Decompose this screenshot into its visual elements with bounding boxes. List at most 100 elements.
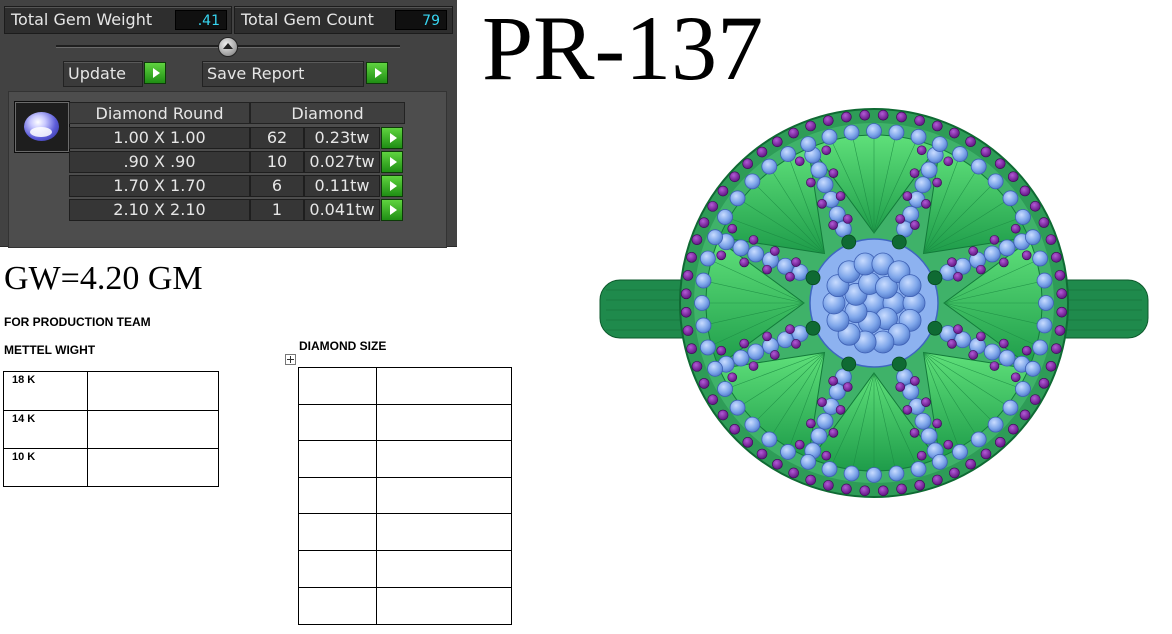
table-cell[interactable] — [298, 587, 377, 625]
blue-stone — [1015, 381, 1031, 397]
blue-stone — [717, 381, 733, 397]
table-cell[interactable] — [87, 410, 219, 449]
blue-stone — [821, 128, 838, 145]
blue-stone — [1002, 190, 1019, 207]
table-cell[interactable] — [298, 550, 377, 588]
purple-prong — [828, 220, 838, 230]
update-button[interactable]: Update — [63, 61, 143, 87]
blue-stone — [761, 158, 778, 175]
purple-prong — [1045, 234, 1057, 245]
blue-stone — [888, 124, 905, 141]
table-cell[interactable] — [376, 404, 512, 441]
purple-prong — [791, 257, 801, 267]
table-cell[interactable] — [376, 440, 512, 478]
purple-prong — [949, 467, 960, 479]
table-cell[interactable] — [376, 513, 512, 551]
purple-prong — [686, 343, 697, 355]
row-play-icon[interactable] — [381, 175, 403, 197]
purple-prong — [877, 109, 889, 121]
purple-prong — [717, 409, 729, 421]
table-cell[interactable] — [298, 440, 377, 478]
purple-prong — [902, 191, 913, 201]
purple-prong — [1008, 423, 1019, 435]
blue-stone — [952, 444, 968, 460]
junction-bead — [805, 270, 821, 286]
purple-prong — [896, 483, 907, 495]
save-report-button[interactable]: Save Report — [202, 61, 364, 87]
purple-prong — [953, 324, 963, 335]
blue-stone — [902, 383, 920, 401]
table-move-handle-icon[interactable] — [285, 354, 296, 365]
blue-stone — [970, 431, 987, 448]
table-cell[interactable] — [376, 367, 512, 405]
purple-prong — [828, 428, 839, 438]
model-code: PR-137 — [482, 0, 764, 99]
purple-prong — [716, 345, 727, 356]
blue-stone — [800, 136, 817, 152]
total-gem-weight-label: Total Gem Weight — [11, 10, 153, 29]
purple-prong — [895, 214, 906, 224]
purple-prong — [1029, 201, 1041, 212]
purple-prong — [910, 376, 920, 386]
blue-stone — [954, 331, 972, 349]
gem-thumbnail[interactable] — [14, 101, 70, 153]
blue-stone — [920, 161, 938, 179]
blue-stone — [717, 209, 733, 225]
round-diamond-icon — [24, 112, 59, 141]
purple-prong — [1054, 325, 1066, 336]
purple-prong — [739, 257, 749, 268]
blue-stone — [780, 444, 796, 460]
purple-prong — [817, 198, 827, 209]
update-go-icon[interactable] — [144, 62, 166, 84]
purple-prong — [772, 458, 783, 470]
purple-prong — [965, 458, 976, 470]
row-play-icon[interactable] — [381, 151, 403, 173]
purple-prong — [1051, 251, 1062, 263]
blue-stone — [1025, 229, 1041, 246]
table-cell[interactable] — [298, 367, 377, 405]
purple-prong — [976, 264, 986, 275]
row-play-icon[interactable] — [381, 199, 403, 221]
table-cell[interactable] — [298, 404, 377, 441]
blue-stone — [866, 123, 882, 139]
table-cell[interactable]: 10 K — [3, 448, 88, 487]
save-report-go-icon[interactable] — [366, 62, 388, 84]
gold-weight: GW=4.20 GM — [4, 260, 203, 297]
blue-stone — [707, 360, 723, 377]
purple-prong — [739, 338, 749, 349]
table-cell[interactable] — [87, 371, 219, 411]
table-cell[interactable] — [298, 513, 377, 551]
table-cell[interactable] — [376, 587, 512, 625]
gem-row-weight: 0.11tw — [304, 175, 380, 197]
blue-stone — [1038, 295, 1054, 311]
table-cell[interactable] — [376, 550, 512, 588]
blue-stone — [843, 124, 860, 141]
purple-prong — [691, 361, 703, 372]
table-cell[interactable] — [298, 477, 377, 514]
blue-stone — [1032, 339, 1049, 356]
table-cell[interactable] — [376, 477, 512, 514]
purple-prong — [914, 480, 926, 491]
purple-prong — [772, 136, 783, 148]
slider-knob-icon[interactable] — [218, 37, 238, 57]
gem-row-weight: 0.041tw — [304, 199, 380, 221]
blue-stone — [732, 349, 750, 367]
table-cell[interactable] — [87, 448, 219, 487]
blue-stone — [931, 136, 948, 152]
junction-bead — [927, 320, 943, 336]
purple-prong — [842, 382, 853, 392]
blue-stone — [1036, 272, 1053, 289]
purple-prong — [1056, 288, 1068, 300]
total-gem-count-label: Total Gem Count — [241, 10, 374, 29]
purple-prong — [1054, 270, 1066, 281]
purple-prong — [707, 201, 719, 212]
purple-prong — [1021, 345, 1032, 356]
blue-stone — [780, 146, 796, 162]
purple-prong — [822, 115, 834, 126]
purple-prong — [943, 439, 954, 450]
table-cell[interactable]: 18 K — [3, 371, 88, 411]
row-play-icon[interactable] — [381, 127, 403, 149]
blue-stone — [699, 339, 716, 356]
purple-prong — [921, 198, 931, 209]
table-cell[interactable]: 14 K — [3, 410, 88, 449]
